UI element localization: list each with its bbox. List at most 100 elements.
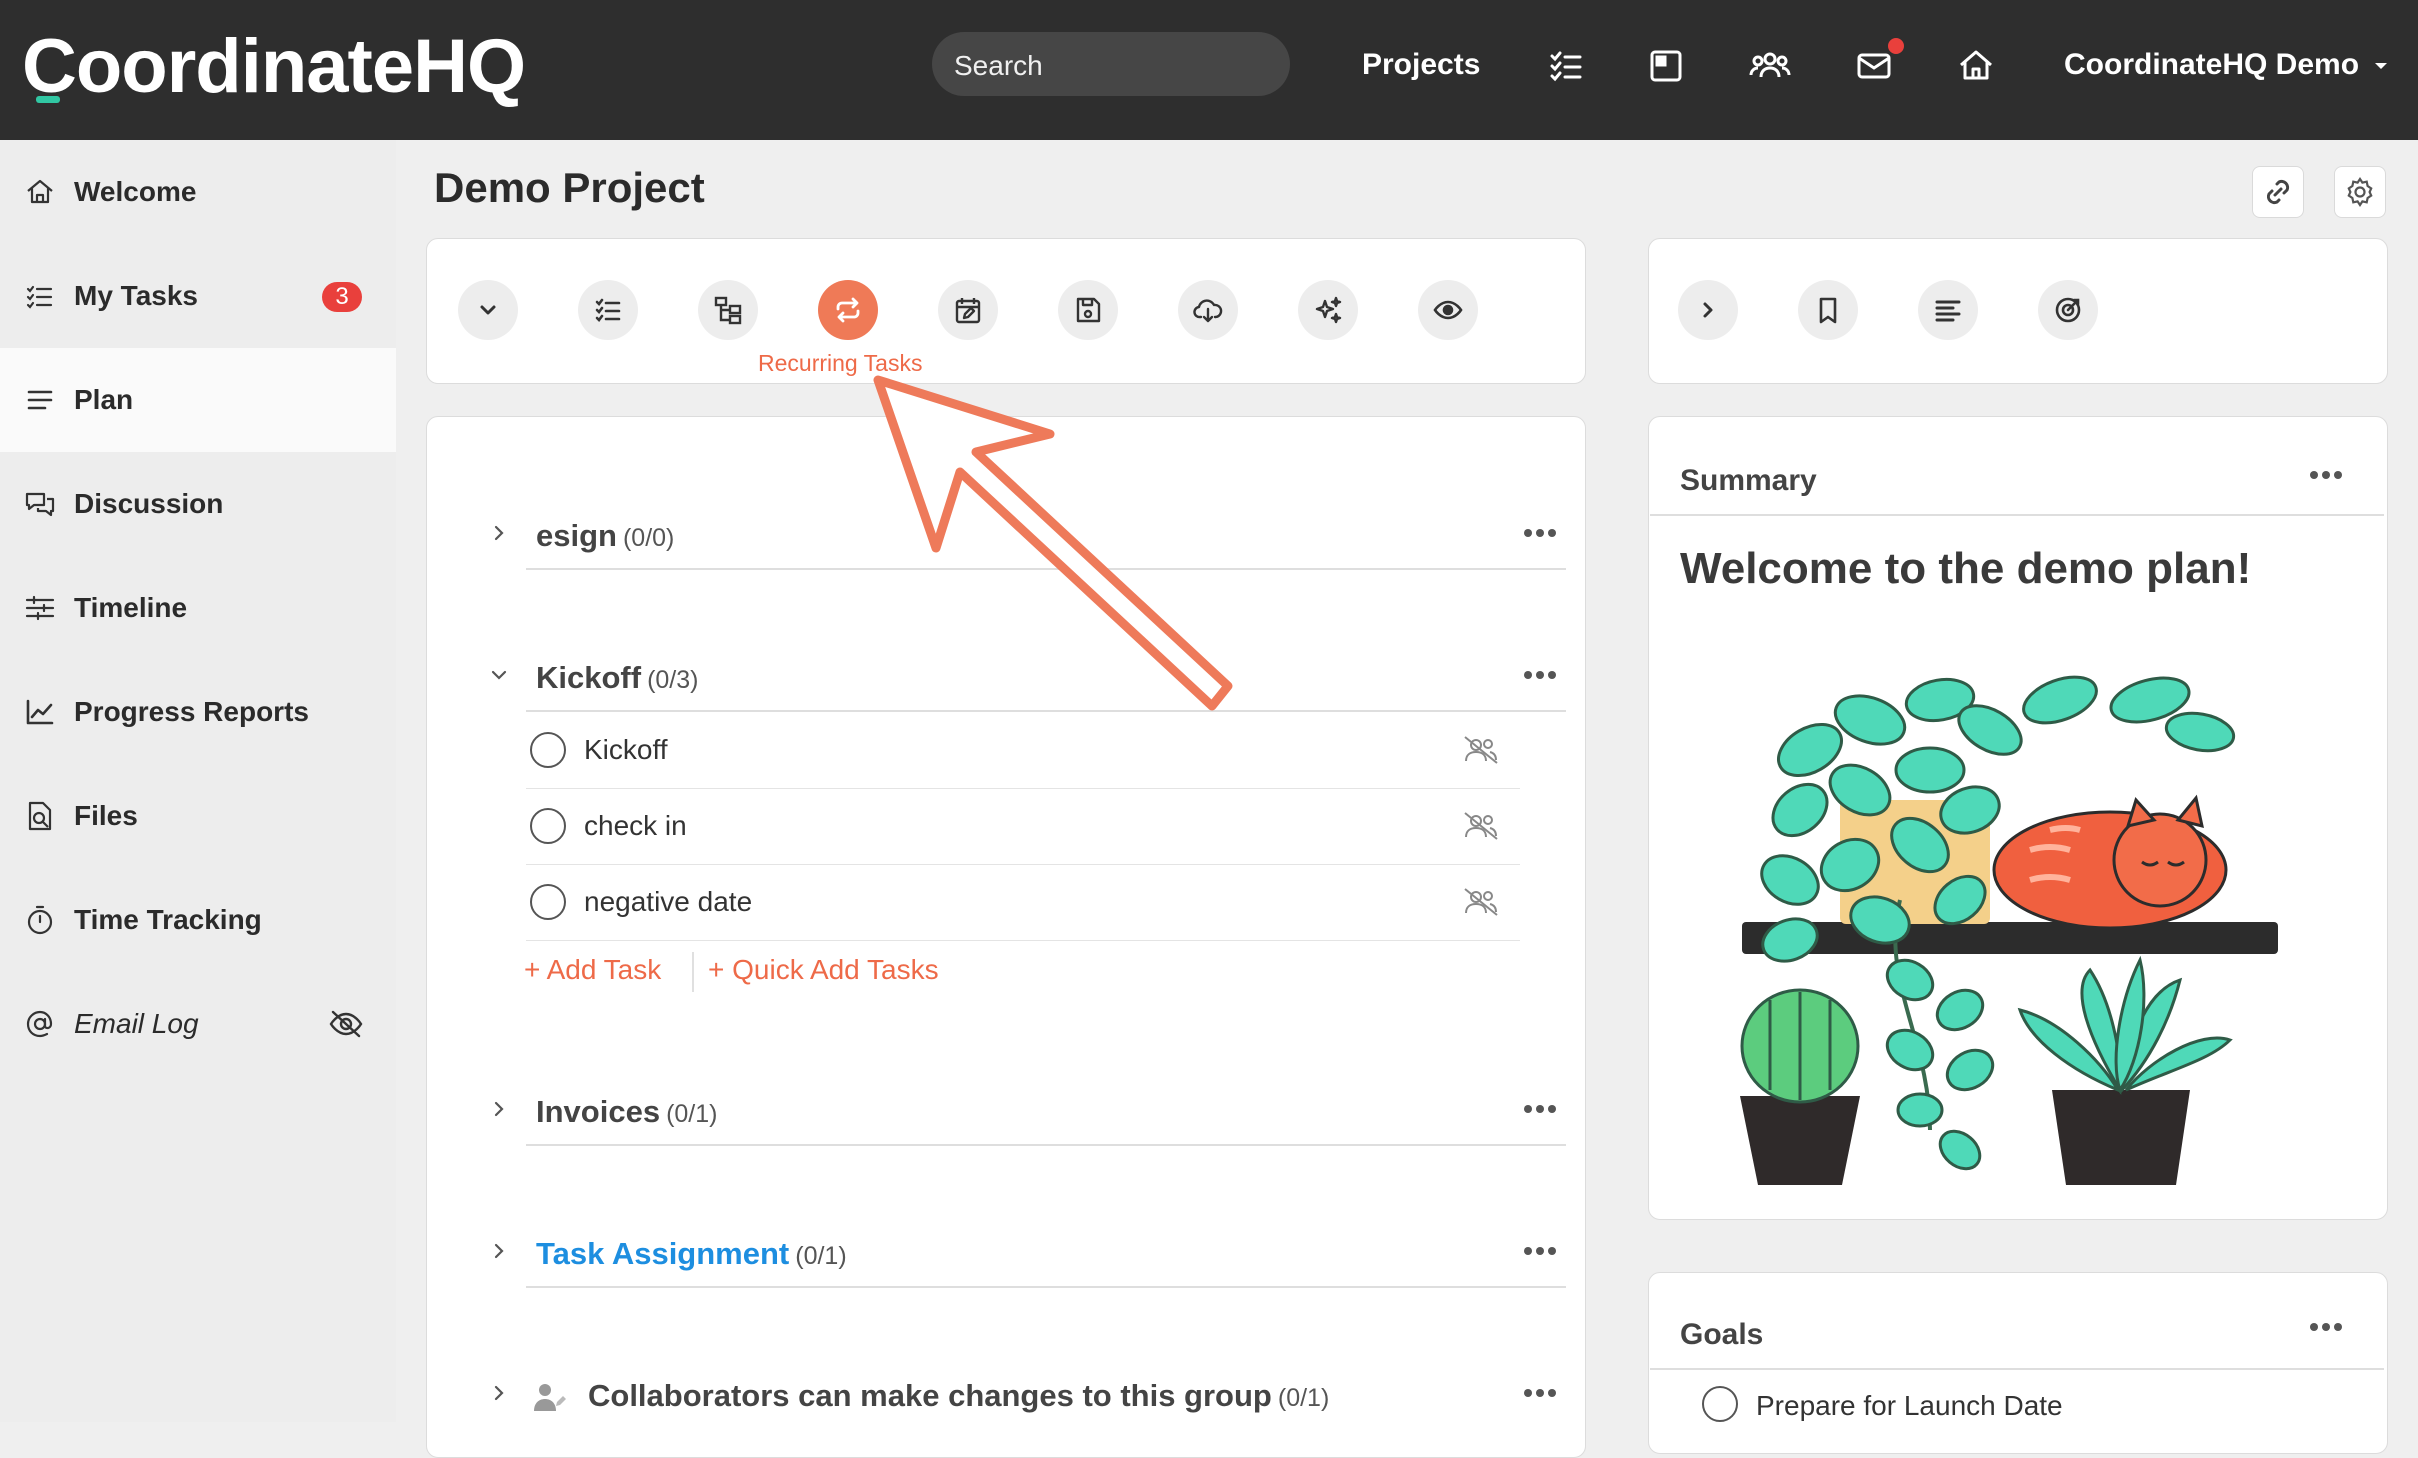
sidebar-item-discussion[interactable]: Discussion: [0, 452, 396, 556]
chevron-down-icon[interactable]: [490, 666, 508, 684]
quick-add-tasks-button[interactable]: + Quick Add Tasks: [708, 954, 939, 986]
sidebar-item-files[interactable]: Files: [0, 764, 396, 868]
task-label[interactable]: check in: [584, 810, 687, 842]
search-placeholder: Search: [954, 50, 1043, 81]
chevron-right-icon[interactable]: [490, 1242, 508, 1260]
page-title: Demo Project: [434, 164, 705, 211]
group-count: (0/1): [666, 1100, 718, 1128]
sidebar-item-email-log[interactable]: Email Log: [0, 972, 396, 1076]
checklist-nav-icon[interactable]: [1544, 44, 1588, 88]
hierarchy-icon: [714, 296, 742, 325]
at-icon: [26, 1010, 53, 1038]
sidebar-item-label: Progress Reports: [74, 696, 309, 727]
task-checkbox[interactable]: [530, 732, 566, 768]
team-nav-icon[interactable]: [1748, 44, 1792, 88]
chevron-right-icon[interactable]: [490, 1384, 508, 1402]
more-options-icon[interactable]: [2310, 1322, 2342, 1332]
unassigned-icon[interactable]: [1462, 886, 1500, 918]
group-title[interactable]: Kickoff (0/3): [536, 660, 698, 696]
bookmark-icon: [1819, 297, 1837, 324]
more-options-icon[interactable]: [2310, 470, 2342, 480]
cloud-download-icon: [1193, 299, 1223, 323]
task-row[interactable]: check in: [526, 788, 1520, 865]
sidebar-item-label: Welcome: [74, 176, 197, 207]
sidebar-item-plan[interactable]: Plan: [0, 348, 396, 452]
checklist-view-button[interactable]: [578, 280, 638, 340]
task-label[interactable]: Kickoff: [584, 734, 668, 766]
schedule-button[interactable]: [938, 280, 998, 340]
group-title[interactable]: esign (0/0): [536, 518, 674, 554]
group-row[interactable]: Collaborators can make changes to this g…: [470, 1360, 1566, 1430]
sidebar-item-time-tracking[interactable]: Time Tracking: [0, 868, 396, 972]
chevron-right-icon[interactable]: [490, 524, 508, 542]
task-checkbox[interactable]: [530, 808, 566, 844]
sidebar-item-my-tasks[interactable]: My Tasks 3: [0, 244, 396, 348]
group-count: (0/0): [622, 524, 675, 552]
copy-link-button[interactable]: [2252, 166, 2304, 218]
unassigned-icon[interactable]: [1462, 810, 1500, 842]
more-options-icon[interactable]: [1524, 1388, 1556, 1398]
goal-label[interactable]: Prepare for Launch Date: [1756, 1390, 2063, 1422]
group-count: (0/1): [795, 1242, 847, 1270]
more-options-icon[interactable]: [1524, 670, 1556, 680]
plants-cat-illustration: [1740, 675, 2278, 1185]
visibility-button[interactable]: [1418, 280, 1478, 340]
hierarchy-button[interactable]: [698, 280, 758, 340]
group-title[interactable]: Invoices (0/1): [536, 1094, 717, 1130]
add-task-button[interactable]: + Add Task: [524, 954, 661, 986]
tasks-icon: [26, 285, 53, 309]
home-nav-icon[interactable]: [1954, 44, 1998, 88]
user-edit-icon: [534, 1384, 566, 1411]
save-template-button[interactable]: [1058, 280, 1118, 340]
sidebar-item-label: Plan: [74, 384, 134, 415]
summary-divider: [1650, 514, 2384, 516]
plan-icon: [27, 390, 53, 410]
notification-dot: [1886, 36, 1906, 56]
ai-assist-button[interactable]: [1298, 280, 1358, 340]
group-title-link[interactable]: Task Assignment (0/1): [536, 1236, 847, 1272]
chevron-right-icon[interactable]: [490, 1100, 508, 1118]
sidebar-item-label: Time Tracking: [74, 904, 262, 935]
chevron-right-icon: [1703, 302, 1713, 318]
task-checkbox[interactable]: [530, 884, 566, 920]
more-options-icon[interactable]: [1524, 1104, 1556, 1114]
goal-checkbox[interactable]: [1702, 1386, 1738, 1422]
more-options-icon[interactable]: [1524, 528, 1556, 538]
tasks-count-badge: 3: [322, 282, 362, 312]
group-row[interactable]: Task Assignment (0/1): [470, 1218, 1566, 1288]
app-logo[interactable]: CoordinateHQ: [22, 22, 526, 112]
sparkles-icon: [1315, 296, 1342, 324]
eye-slash-icon[interactable]: [328, 1008, 364, 1040]
group-title[interactable]: Collaborators can make changes to this g…: [588, 1378, 1329, 1414]
goals-view-button[interactable]: [2038, 280, 2098, 340]
nav-projects[interactable]: Projects: [1362, 48, 1480, 82]
project-settings-button[interactable]: [2334, 166, 2386, 218]
sidebar-item-label: Files: [74, 800, 138, 831]
sidebar-item-label: Email Log: [74, 1008, 199, 1039]
bookmark-button[interactable]: [1798, 280, 1858, 340]
collapse-all-button[interactable]: [458, 280, 518, 340]
calendar-edit-icon: [955, 298, 981, 324]
discussion-icon: [25, 492, 55, 517]
expand-panel-button[interactable]: [1678, 280, 1738, 340]
unassigned-icon[interactable]: [1462, 734, 1500, 766]
summary-view-button[interactable]: [1918, 280, 1978, 340]
export-button[interactable]: [1178, 280, 1238, 340]
task-label[interactable]: negative date: [584, 886, 752, 918]
eye-icon: [1433, 300, 1463, 320]
task-row[interactable]: negative date: [526, 864, 1520, 941]
sidebar-item-progress-reports[interactable]: Progress Reports: [0, 660, 396, 764]
group-row[interactable]: Invoices (0/1): [470, 1076, 1566, 1146]
checklist-icon: [595, 298, 621, 322]
group-count: (0/3): [647, 666, 699, 694]
summary-title: Summary: [1680, 464, 1817, 497]
board-nav-icon[interactable]: [1644, 44, 1688, 88]
sidebar-item-timeline[interactable]: Timeline: [0, 556, 396, 660]
search-input[interactable]: Search: [932, 32, 1290, 96]
summary-welcome-text: Welcome to the demo plan!: [1680, 544, 2252, 593]
sidebar-item-welcome[interactable]: Welcome: [0, 140, 396, 244]
user-menu[interactable]: CoordinateHQ Demo: [2064, 48, 2389, 82]
recurring-tasks-button[interactable]: [818, 280, 878, 340]
group-divider: [526, 1286, 1566, 1288]
more-options-icon[interactable]: [1524, 1246, 1556, 1256]
